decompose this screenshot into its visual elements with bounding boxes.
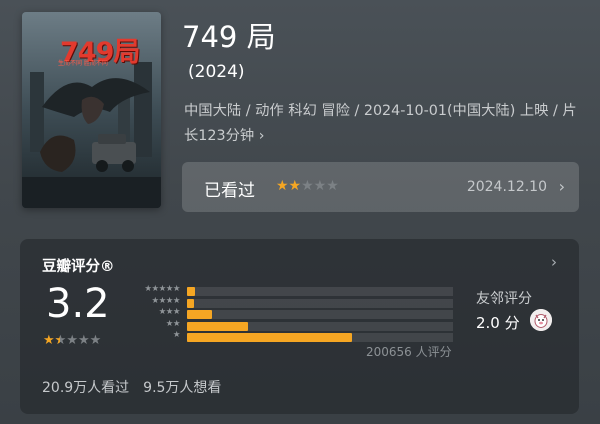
star-empty-icon: ★★★: [301, 178, 339, 194]
watched-count: 20.9万人看过: [42, 380, 130, 396]
chevron-right-icon: ›: [558, 177, 565, 196]
distribution-stars-label: ★★★★★: [144, 284, 180, 294]
movie-title: 749 局: [182, 20, 276, 54]
distribution-row: ★★★: [20, 307, 460, 320]
user-rating-stars: ★★★★★: [276, 178, 339, 194]
distribution-track: [187, 287, 453, 296]
chevron-right-icon: ›: [258, 128, 265, 144]
rating-card-title: 豆瓣评分®: [42, 259, 115, 275]
rating-footer: 20.9万人看过 9.5万人想看: [42, 377, 221, 397]
movie-poster[interactable]: 749局 生而不同 胜而不同: [22, 12, 161, 208]
watched-label: 已看过: [204, 181, 255, 201]
movie-year: (2024): [188, 62, 245, 82]
movie-meta[interactable]: 中国大陆 / 动作 科幻 冒险 / 2024-10-01(中国大陆) 上映 / …: [184, 99, 584, 149]
wish-count: 9.5万人想看: [143, 380, 222, 396]
distribution-stars-label: ★★: [165, 318, 181, 329]
avatar-icon: [530, 309, 552, 331]
rating-count: 200656 人评分: [366, 345, 452, 359]
distribution-row: ★★★★★: [20, 284, 460, 297]
friend-rating-label: 友邻评分: [476, 291, 532, 307]
chevron-right-icon[interactable]: ›: [551, 253, 557, 271]
distribution-stars-label: ★: [172, 330, 181, 340]
distribution-bar: [187, 310, 212, 319]
distribution-row: ★: [20, 330, 460, 343]
poster-tagline: 生而不同 胜而不同: [58, 60, 108, 67]
douban-rating-card[interactable]: 豆瓣评分® › 3.2 ★★★★★ ★★★★★★★★★★★★★★★ 200656…: [20, 239, 579, 414]
movie-meta-text: 中国大陆 / 动作 科幻 冒险 / 2024-10-01(中国大陆) 上映 / …: [184, 103, 577, 144]
distribution-row: ★★: [20, 318, 460, 332]
distribution-bar: [187, 333, 352, 342]
watched-status-bar[interactable]: 已看过 ★★★★★ 2024.12.10 ›: [182, 162, 579, 212]
distribution-row: ★★★★: [20, 295, 460, 309]
distribution-track: [187, 310, 453, 319]
star-filled-icon: ★★: [276, 178, 302, 194]
distribution-track: [187, 298, 453, 308]
distribution-bar: [187, 298, 194, 308]
watched-date: 2024.12.10: [466, 179, 547, 195]
friend-avatar[interactable]: [530, 309, 552, 331]
distribution-bar: [187, 321, 248, 331]
friend-rating-score: 2.0 分: [476, 314, 520, 332]
distribution-track: [187, 333, 453, 342]
distribution-stars-label: ★★★: [158, 307, 181, 317]
distribution-bar: [187, 287, 195, 296]
distribution-track: [187, 321, 453, 331]
distribution-stars-label: ★★★★: [151, 295, 181, 306]
